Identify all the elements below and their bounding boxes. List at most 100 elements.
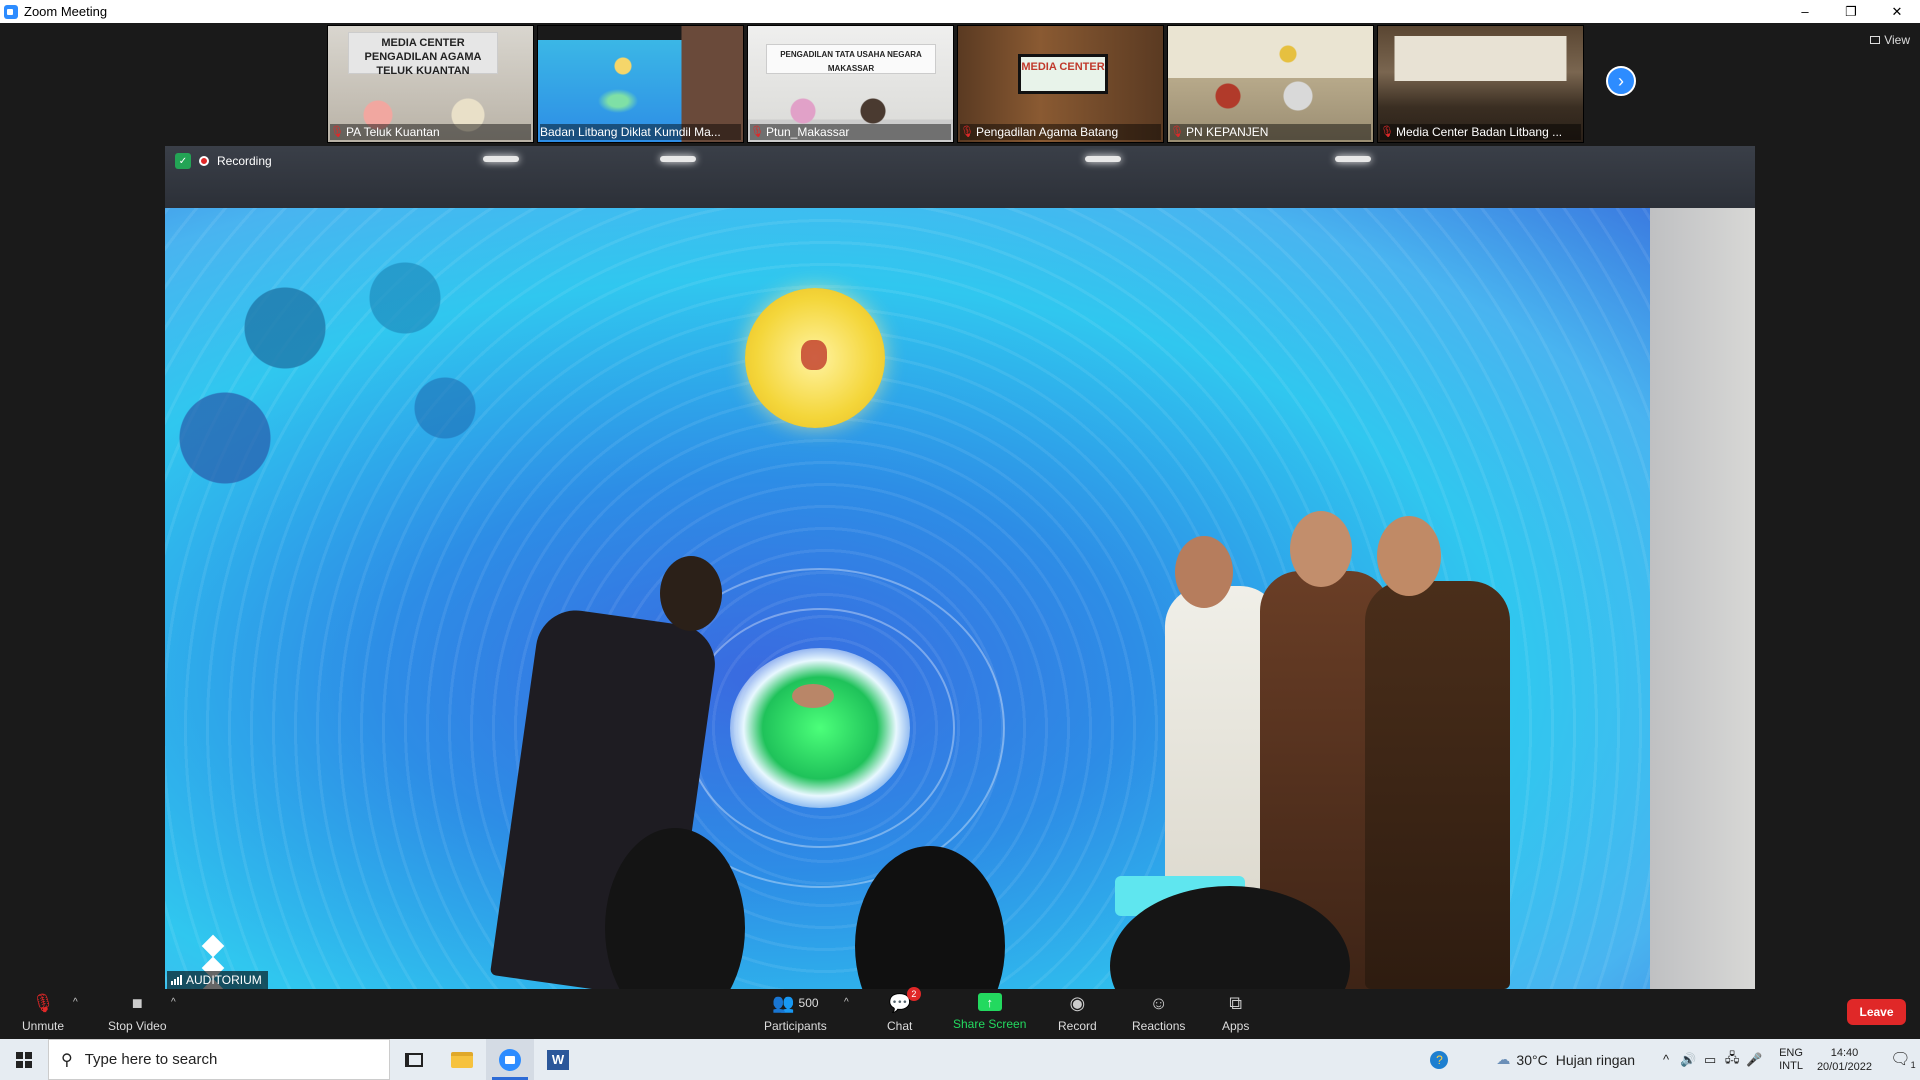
- recording-indicator: ✓ Recording: [175, 153, 272, 169]
- share-screen-button[interactable]: ↑ Share Screen: [953, 993, 1026, 1031]
- zoom-app-icon: [4, 4, 18, 19]
- restore-button[interactable]: ❐: [1828, 0, 1874, 23]
- chat-button[interactable]: 💬 2 Chat: [887, 987, 921, 1033]
- person-face: [1377, 516, 1441, 596]
- side-wall: [1650, 208, 1755, 989]
- zoom-window: Zoom Meeting – ❐ ✕ MEDIA CENTER PENGADIL…: [0, 0, 1920, 1080]
- participants-count: 500: [798, 996, 819, 1010]
- unmute-label: Unmute: [22, 1019, 65, 1033]
- share-screen-label: Share Screen: [953, 1017, 1027, 1031]
- task-view-button[interactable]: [390, 1039, 438, 1080]
- record-label: Record: [1058, 1019, 1097, 1033]
- notification-center-icon[interactable]: 🗨1: [1886, 1049, 1920, 1070]
- muted-mic-icon: 🎙: [31, 992, 55, 1013]
- next-page-button[interactable]: ›: [1606, 66, 1636, 96]
- input-language[interactable]: ENG INTL: [1779, 1047, 1803, 1073]
- zoom-taskbar-button[interactable]: [486, 1039, 534, 1080]
- participant-tile[interactable]: PENGADILAN TATA USAHA NEGARA MAKASSAR 🎙 P…: [747, 25, 954, 143]
- participant-name-bar: 🎙 PN KEPANJEN: [1170, 124, 1371, 140]
- unmute-button[interactable]: 🎙 Unmute: [22, 992, 65, 1034]
- clock-time: 14:40: [1830, 1046, 1859, 1059]
- participant-name-bar: 🎙 Pengadilan Agama Batang: [960, 124, 1161, 140]
- gallery-strip: MEDIA CENTER PENGADILAN AGAMA TELUK KUAN…: [327, 25, 1584, 143]
- lang-top: ENG: [1779, 1046, 1803, 1059]
- person-batik: [1365, 581, 1510, 989]
- help-icon[interactable]: ?: [1430, 1050, 1449, 1069]
- reactions-button[interactable]: ☺ Reactions: [1132, 992, 1186, 1034]
- record-icon: ◉: [1069, 992, 1086, 1013]
- tile-sign: MEDIA CENTER: [1018, 54, 1108, 94]
- record-button[interactable]: ◉ Record: [1058, 992, 1097, 1034]
- participant-tile[interactable]: MEDIA CENTER PENGADILAN AGAMA TELUK KUAN…: [327, 25, 534, 143]
- zoom-icon: [499, 1048, 521, 1071]
- word-icon: W: [547, 1049, 569, 1070]
- participant-tile[interactable]: MEDIA CENTER 🎙 Pengadilan Agama Batang: [957, 25, 1164, 143]
- floral-ornament: [165, 208, 545, 528]
- clock-date: 20/01/2022: [1816, 1060, 1872, 1073]
- close-button[interactable]: ✕: [1874, 0, 1920, 23]
- stop-video-button[interactable]: ■ Stop Video: [108, 993, 167, 1034]
- weather-desc[interactable]: Hujan ringan: [1556, 1052, 1635, 1068]
- lang-bottom: INTL: [1779, 1059, 1803, 1072]
- search-input[interactable]: [84, 1051, 365, 1068]
- video-options-caret[interactable]: ^: [171, 997, 176, 1008]
- folder-icon: [451, 1051, 473, 1068]
- tile-sign: MEDIA CENTER PENGADILAN AGAMA TELUK KUAN…: [348, 32, 498, 77]
- participant-name-bar: 🎙 PA Teluk Kuantan: [330, 124, 531, 140]
- meeting-toolbar: 🎙 Unmute ^ ■ Stop Video ^ 👥 500 Participa…: [0, 987, 1920, 1039]
- taskbar-search[interactable]: ⚲: [48, 1039, 390, 1080]
- leave-button[interactable]: Leave: [1847, 999, 1906, 1025]
- participant-tile[interactable]: 🎙 PN KEPANJEN: [1167, 25, 1374, 143]
- search-icon: ⚲: [61, 1051, 73, 1069]
- taskbar-clock[interactable]: 14:40 20/01/2022: [1817, 1046, 1872, 1074]
- system-tray: ? ☁ 30°C Hujan ringan ^ 🔊 ▭ 🖧 🎤 ENG INTL…: [1430, 1039, 1920, 1080]
- reactions-label: Reactions: [1132, 1019, 1186, 1033]
- apps-icon: ⧉: [1229, 992, 1243, 1013]
- view-label: View: [1884, 33, 1910, 47]
- apps-button[interactable]: ⧉ Apps: [1222, 992, 1250, 1034]
- launch-button-graphic: [730, 648, 910, 808]
- participants-button[interactable]: 👥 500 Participants: [764, 992, 827, 1034]
- reactions-icon: ☺: [1149, 992, 1168, 1013]
- apps-label: Apps: [1222, 1019, 1250, 1033]
- microphone-icon[interactable]: 🎤: [1743, 1052, 1765, 1068]
- view-button[interactable]: View: [1870, 33, 1910, 47]
- participant-name-bar: 🎙 Media Center Badan Litbang ...: [1380, 124, 1581, 140]
- participant-tile[interactable]: 🎙 Media Center Badan Litbang ...: [1377, 25, 1584, 143]
- active-speaker-video: ✓ Recording AUDITORIUM: [165, 146, 1755, 989]
- muted-mic-icon: 🎙: [750, 126, 764, 138]
- title-bar: Zoom Meeting – ❐ ✕: [0, 0, 1920, 23]
- word-taskbar-button[interactable]: W: [534, 1039, 582, 1080]
- emblem-logo: [745, 288, 885, 428]
- participant-name: PA Teluk Kuantan: [346, 125, 440, 139]
- signal-bars-icon: [171, 975, 182, 985]
- show-hidden-icons-chevron[interactable]: ^: [1655, 1052, 1677, 1067]
- participants-options-caret[interactable]: ^: [844, 997, 849, 1008]
- chat-label: Chat: [887, 1019, 913, 1033]
- battery-icon[interactable]: ▭: [1699, 1052, 1721, 1068]
- audio-options-caret[interactable]: ^: [73, 997, 78, 1008]
- file-explorer-button[interactable]: [438, 1039, 486, 1080]
- window-title: Zoom Meeting: [24, 4, 108, 19]
- participant-name-bar: Badan Litbang Diklat Kumdil Ma...: [540, 124, 741, 140]
- grid-view-icon: [1870, 36, 1881, 44]
- participant-name: Pengadilan Agama Batang: [976, 125, 1119, 139]
- participant-name: PN KEPANJEN: [1186, 125, 1269, 139]
- volume-icon[interactable]: 🔊: [1677, 1052, 1699, 1068]
- participants-label: Participants: [764, 1019, 827, 1033]
- windows-logo-icon: [16, 1051, 32, 1068]
- participants-icon: 👥: [772, 992, 795, 1013]
- participant-tile[interactable]: Badan Litbang Diklat Kumdil Ma...: [537, 25, 744, 143]
- network-icon[interactable]: 🖧: [1721, 1049, 1743, 1071]
- muted-mic-icon: 🎙: [1380, 126, 1394, 138]
- participant-name: Ptun_Makassar: [766, 125, 850, 139]
- start-button[interactable]: [0, 1039, 48, 1080]
- share-screen-icon: ↑: [977, 993, 1002, 1011]
- meeting-area: MEDIA CENTER PENGADILAN AGAMA TELUK KUAN…: [0, 23, 1920, 989]
- muted-mic-icon: 🎙: [330, 126, 344, 138]
- minimize-button[interactable]: –: [1782, 0, 1828, 23]
- participant-name-bar: 🎙 Ptun_Makassar: [750, 124, 951, 140]
- weather-temp[interactable]: 30°C: [1516, 1052, 1547, 1068]
- recording-label: Recording: [217, 154, 272, 168]
- windows-taskbar: ⚲ W ? ☁ 30°C Hujan ringan ^ 🔊 ▭ 🖧 🎤 ENG …: [0, 1039, 1920, 1080]
